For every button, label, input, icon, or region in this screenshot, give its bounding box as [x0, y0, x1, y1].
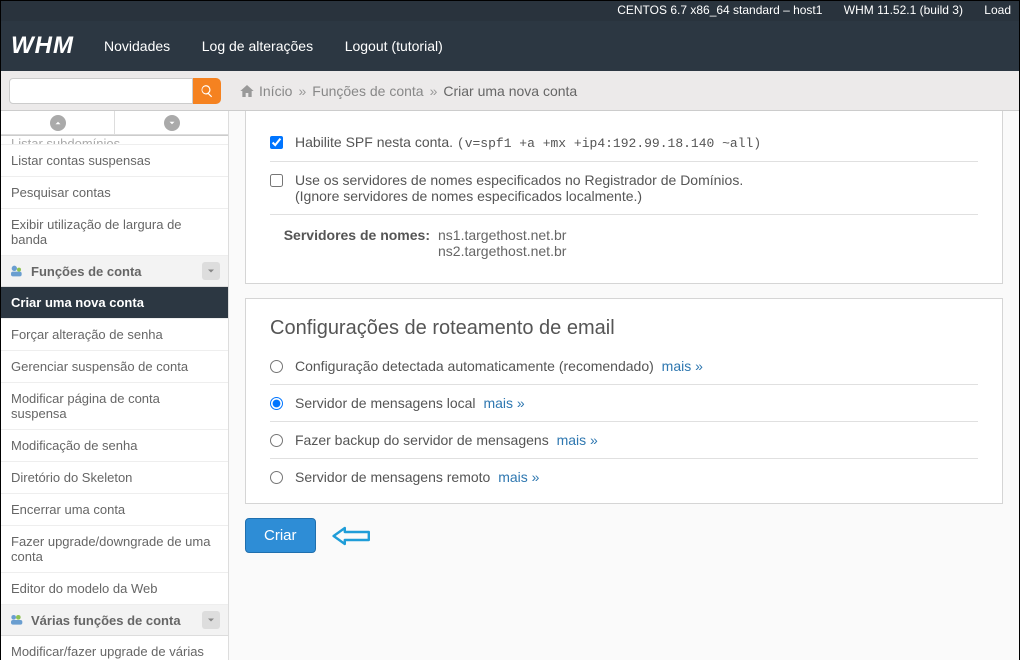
search-input[interactable]	[9, 78, 193, 104]
sidebar-item[interactable]: Exibir utilização de largura de banda	[1, 209, 228, 256]
search-button[interactable]	[193, 78, 221, 104]
text: nesta conta.	[373, 134, 457, 150]
sidebar-item[interactable]: Modificação de senha	[1, 430, 228, 462]
nav-changelog[interactable]: Log de alterações	[202, 38, 313, 54]
load-indicator[interactable]: Load	[984, 3, 1011, 17]
sidebar[interactable]: Listar subdomínios Listar contas suspens…	[1, 111, 229, 660]
spf-checkbox[interactable]	[270, 136, 283, 149]
registrar-ns-row: Use os servidores de nomes especificados…	[270, 162, 978, 215]
sidebar-heading-multi-account[interactable]: Várias funções de conta	[1, 605, 228, 636]
sidebar-item-create-account[interactable]: Criar uma nova conta	[1, 287, 228, 319]
registrar-ns-label: Use os servidores de nomes especificados…	[295, 172, 743, 204]
spf-value: (v=spf1 +a +mx +ip4:192.99.18.140 ~all)	[457, 136, 761, 151]
breadcrumb: Início » Funções de conta » Criar uma no…	[229, 83, 577, 99]
breadcrumb-sep: »	[430, 83, 438, 99]
chevron-down-icon	[202, 611, 220, 629]
sidebar-item[interactable]: Editor do modelo da Web	[1, 573, 228, 605]
more-link[interactable]: mais »	[483, 395, 524, 411]
mail-routing-panel: Configurações de roteamento de email Con…	[245, 298, 1003, 504]
home-icon	[239, 83, 255, 99]
mail-radio-auto[interactable]	[270, 360, 283, 373]
whm-version: WHM 11.52.1 (build 3)	[844, 3, 963, 17]
nameservers-row: Servidores de nomes: ns1.targethost.net.…	[270, 215, 978, 275]
mail-opt-backup: Fazer backup do servidor de mensagens ma…	[270, 422, 978, 459]
chevron-down-icon	[167, 118, 177, 128]
more-link[interactable]: mais »	[498, 469, 539, 485]
main-header: WHM Novidades Log de alterações Logout (…	[1, 21, 1019, 71]
nav-news[interactable]: Novidades	[104, 38, 170, 54]
sidebar-heading-label: Várias funções de conta	[31, 613, 181, 628]
sidebar-item[interactable]: Pesquisar contas	[1, 177, 228, 209]
more-link[interactable]: mais »	[557, 432, 598, 448]
sidebar-item[interactable]: Modificar página de conta suspensa	[1, 383, 228, 430]
sidebar-item[interactable]: Modificar/fazer upgrade de várias contas	[1, 636, 228, 660]
sidebar-item[interactable]: Diretório do Skeleton	[1, 462, 228, 494]
sidebar-item[interactable]: Listar subdomínios	[1, 135, 228, 145]
nameservers-label: Servidores de nomes:	[270, 227, 430, 259]
chevron-up-icon	[53, 118, 63, 128]
main-area: Listar subdomínios Listar contas suspens…	[1, 111, 1019, 660]
spf-option-row: Habilite SPF nesta conta. (v=spf1 +a +mx…	[270, 124, 978, 162]
ns2-value: ns2.targethost.net.br	[438, 243, 566, 259]
sidebar-heading-account-functions[interactable]: Funções de conta	[1, 256, 228, 287]
sidebar-item[interactable]: Encerrar uma conta	[1, 494, 228, 526]
top-status-bar: CENTOS 6.7 x86_64 standard – host1 WHM 1…	[1, 1, 1019, 21]
users-icon	[9, 263, 25, 279]
registrar-ns-checkbox[interactable]	[270, 174, 283, 187]
top-nav: Novidades Log de alterações Logout (tuto…	[104, 38, 471, 54]
breadcrumb-sep: »	[298, 83, 306, 99]
breadcrumb-section[interactable]: Funções de conta	[312, 83, 423, 99]
users-multi-icon	[9, 612, 25, 628]
submit-row: Criar	[245, 518, 1003, 553]
breadcrumb-home[interactable]: Início	[259, 83, 292, 99]
text: Habilite	[295, 134, 346, 150]
breadcrumb-current: Criar uma nova conta	[443, 83, 577, 99]
breadcrumb-bar: Início » Funções de conta » Criar uma no…	[1, 71, 1019, 111]
mail-opt-local: Servidor de mensagens local mais »	[270, 385, 978, 422]
sidebar-collapse-up[interactable]	[1, 111, 115, 134]
mail-opt-remote: Servidor de mensagens remoto mais »	[270, 459, 978, 495]
sidebar-item[interactable]: Listar contas suspensas	[1, 145, 228, 177]
sidebar-collapse-down[interactable]	[115, 111, 228, 134]
option-label: Fazer backup do servidor de mensagens	[295, 432, 549, 448]
mail-opt-auto: Configuração detectada automaticamente (…	[270, 348, 978, 385]
sidebar-arrow-controls	[1, 111, 228, 135]
text: Use os servidores de nomes especificados…	[295, 172, 743, 188]
dns-settings-panel: Habilite SPF nesta conta. (v=spf1 +a +mx…	[245, 111, 1003, 284]
sidebar-item[interactable]: Forçar alteração de senha	[1, 319, 228, 351]
mail-radio-local[interactable]	[270, 397, 283, 410]
more-link[interactable]: mais »	[662, 358, 703, 374]
option-label: Servidor de mensagens local	[295, 395, 476, 411]
pointer-arrow-icon	[332, 525, 372, 547]
content-area: Habilite SPF nesta conta. (v=spf1 +a +mx…	[229, 111, 1019, 660]
create-button[interactable]: Criar	[245, 518, 316, 553]
spf-label: Habilite SPF nesta conta. (v=spf1 +a +mx…	[295, 134, 761, 151]
os-info: CENTOS 6.7 x86_64 standard – host1	[617, 3, 822, 17]
sidebar-item[interactable]: Fazer upgrade/downgrade de uma conta	[1, 526, 228, 573]
option-label: Servidor de mensagens remoto	[295, 469, 490, 485]
text: (Ignore servidores de nomes especificado…	[295, 188, 642, 204]
sidebar-item[interactable]: Gerenciar suspensão de conta	[1, 351, 228, 383]
text: SPF	[346, 134, 373, 150]
option-label: Configuração detectada automaticamente (…	[295, 358, 654, 374]
mail-radio-backup[interactable]	[270, 434, 283, 447]
panel-title: Configurações de roteamento de email	[270, 317, 978, 340]
sidebar-heading-label: Funções de conta	[31, 264, 142, 279]
search-icon	[200, 84, 214, 98]
chevron-down-icon	[202, 262, 220, 280]
nameservers-values: ns1.targethost.net.br ns2.targethost.net…	[438, 227, 566, 259]
mail-radio-remote[interactable]	[270, 471, 283, 484]
search-wrap	[1, 72, 229, 110]
whm-logo: WHM	[11, 32, 74, 60]
nav-logout[interactable]: Logout (tutorial)	[345, 38, 443, 54]
ns1-value: ns1.targethost.net.br	[438, 227, 566, 243]
